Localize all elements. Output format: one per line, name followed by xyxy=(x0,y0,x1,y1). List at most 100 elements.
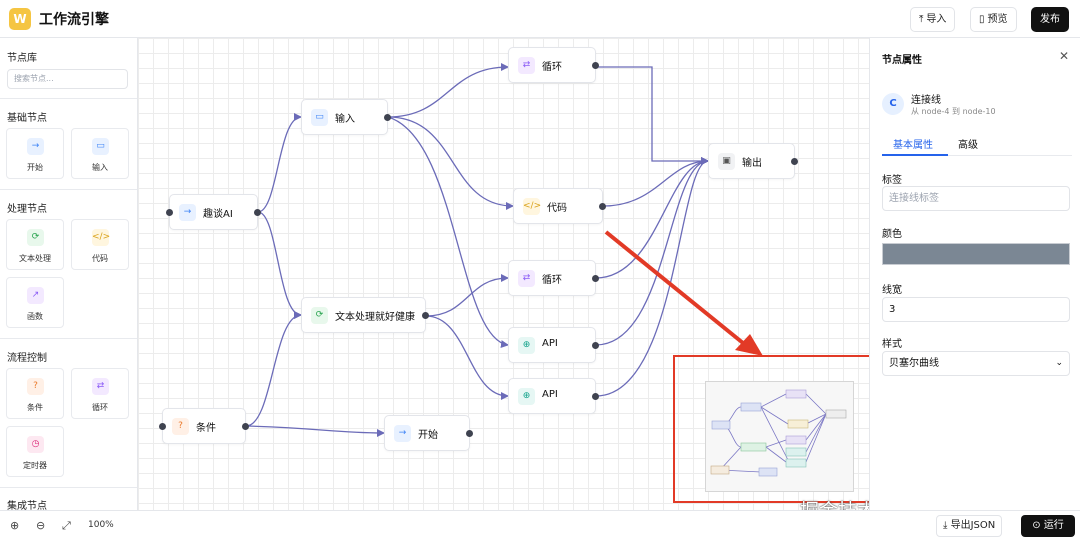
output-port[interactable] xyxy=(254,209,261,216)
output-port[interactable] xyxy=(592,275,599,282)
library-card-function[interactable]: ↗ 函数 xyxy=(6,277,64,328)
minimap-graph xyxy=(710,389,847,477)
node-label: 条件 xyxy=(196,423,216,434)
fit-view-icon[interactable]: ⤢ xyxy=(62,519,71,533)
label-field-label: 标签 xyxy=(882,175,902,186)
bottom-toolbar: ⊕ ⊖ ⤢ 100% ⤓ 导出JSON ⊙ 运行 xyxy=(0,510,1080,540)
export-json-button[interactable]: ⤓ 导出JSON xyxy=(936,515,1003,537)
globe-icon: ⊕ xyxy=(518,388,535,405)
close-icon[interactable]: ✕ xyxy=(1059,49,1069,63)
node-text-processing[interactable]: ⟳ 文本处理就好健康 xyxy=(301,297,429,333)
line-style-value: 贝塞尔曲线 xyxy=(889,358,939,369)
node-quwan-ai[interactable]: → 趣谈AI xyxy=(166,194,261,230)
library-card-start[interactable]: → 开始 xyxy=(6,128,64,179)
arrow-right-icon: → xyxy=(179,204,196,221)
divider xyxy=(0,189,137,190)
question-icon: ? xyxy=(172,418,189,435)
refresh-icon: ⟳ xyxy=(311,307,328,324)
edge-quwan-text xyxy=(257,211,302,319)
node-condition[interactable]: ? 条件 xyxy=(159,408,249,444)
code-icon: </> xyxy=(523,198,541,215)
workflow-canvas[interactable]: → 趣谈AI ▭ 输入 ⇄ 循环 ▣ 输出 </> 代码 ⟳ 文本处理就好健康 … xyxy=(138,38,869,510)
output-port[interactable] xyxy=(592,342,599,349)
node-label: 开始 xyxy=(418,430,438,441)
node-input[interactable]: ▭ 输入 xyxy=(301,99,391,135)
line-width-input[interactable]: 3 xyxy=(882,297,1070,322)
edge-text-api2 xyxy=(425,315,509,400)
tab-basic[interactable]: 基本属性 xyxy=(893,136,933,151)
node-api-2[interactable]: ⊕ API xyxy=(508,378,599,414)
run-button[interactable]: ⊙ 运行 xyxy=(1021,515,1075,537)
style-field-label: 样式 xyxy=(882,339,902,350)
node-start[interactable]: → 开始 xyxy=(384,415,473,451)
library-card-timer[interactable]: ◷ 定时器 xyxy=(6,426,64,477)
library-card-code[interactable]: </> 代码 xyxy=(71,219,129,270)
node-loop-2[interactable]: ⇄ 循环 xyxy=(508,260,599,296)
node-library-sidebar: 节点库 搜索节点... 基础节点 → 开始 ▭ 输入 处理节点 ⟳ 文本处理 <… xyxy=(0,38,138,510)
section-title-basic: 基础节点 xyxy=(7,113,47,124)
card-label: 开始 xyxy=(27,163,43,172)
properties-panel: 节点属性 ✕ C 连接线 从 node-4 到 node-10 基本属性 高级 … xyxy=(869,38,1080,510)
node-loop-1[interactable]: ⇄ 循环 xyxy=(508,47,599,83)
node-label: 趣谈AI xyxy=(203,209,233,220)
connection-avatar: C xyxy=(882,93,904,115)
node-label: 代码 xyxy=(547,203,567,214)
preview-button[interactable]: ▯ 预览 xyxy=(970,7,1017,32)
edge-input-loop1 xyxy=(387,63,509,118)
node-code[interactable]: </> 代码 xyxy=(513,188,606,224)
divider xyxy=(0,98,137,99)
edge-quwan-input xyxy=(257,113,302,213)
label-input[interactable]: 连接线标签 xyxy=(882,186,1070,211)
output-port[interactable] xyxy=(422,312,429,319)
library-card-input[interactable]: ▭ 输入 xyxy=(71,128,129,179)
edge-input-code xyxy=(387,116,514,210)
node-api-1[interactable]: ⊕ API xyxy=(508,327,599,363)
card-label: 代码 xyxy=(92,254,108,263)
input-port[interactable] xyxy=(166,209,173,216)
library-card-loop[interactable]: ⇄ 循环 xyxy=(71,368,129,419)
divider xyxy=(0,487,137,488)
edge-cond-text xyxy=(245,311,302,427)
loop-icon: ⇄ xyxy=(518,270,535,287)
node-search-input[interactable]: 搜索节点... xyxy=(7,69,128,89)
node-label: 循环 xyxy=(542,275,562,286)
card-label: 条件 xyxy=(27,403,43,412)
image-icon: ▣ xyxy=(718,153,735,170)
node-label: 文本处理就好健康 xyxy=(335,312,415,323)
color-swatch[interactable] xyxy=(882,243,1070,265)
section-title-processing: 处理节点 xyxy=(7,204,47,215)
output-port[interactable] xyxy=(384,114,391,121)
message-icon: ▭ xyxy=(311,109,328,126)
line-style-select[interactable]: 贝塞尔曲线 ⌄ xyxy=(882,351,1070,376)
node-label: 输入 xyxy=(335,114,355,125)
width-field-label: 线宽 xyxy=(882,285,902,296)
edge-cond-start xyxy=(245,425,385,437)
output-port[interactable] xyxy=(599,203,606,210)
minimap[interactable] xyxy=(705,381,854,492)
output-port[interactable] xyxy=(466,430,473,437)
panel-title: 节点属性 xyxy=(882,55,922,66)
library-card-text[interactable]: ⟳ 文本处理 xyxy=(6,219,64,270)
output-port[interactable] xyxy=(791,158,798,165)
publish-button[interactable]: 发布 xyxy=(1031,7,1069,32)
tab-advanced[interactable]: 高级 xyxy=(958,136,978,151)
run-label: 运行 xyxy=(1043,520,1064,531)
output-port[interactable] xyxy=(242,423,249,430)
input-port[interactable] xyxy=(159,423,166,430)
card-label: 函数 xyxy=(27,312,43,321)
node-output[interactable]: ▣ 输出 xyxy=(708,143,798,179)
library-card-condition[interactable]: ? 条件 xyxy=(6,368,64,419)
globe-icon: ⊕ xyxy=(518,337,535,354)
annotation-arrow-line xyxy=(604,230,745,345)
download-icon: ⤓ xyxy=(943,520,951,531)
output-port[interactable] xyxy=(592,62,599,69)
zoom-in-icon[interactable]: ⊕ xyxy=(10,519,19,532)
zoom-out-icon[interactable]: ⊖ xyxy=(36,519,45,532)
edge-text-loop2 xyxy=(425,274,509,317)
preview-label: 预览 xyxy=(987,14,1008,25)
output-port[interactable] xyxy=(592,393,599,400)
import-label: 导入 xyxy=(926,14,947,25)
import-button[interactable]: ⤒ 导入 xyxy=(910,7,956,32)
clipboard-icon: ▯ xyxy=(979,14,985,25)
section-title-flow: 流程控制 xyxy=(7,353,47,364)
